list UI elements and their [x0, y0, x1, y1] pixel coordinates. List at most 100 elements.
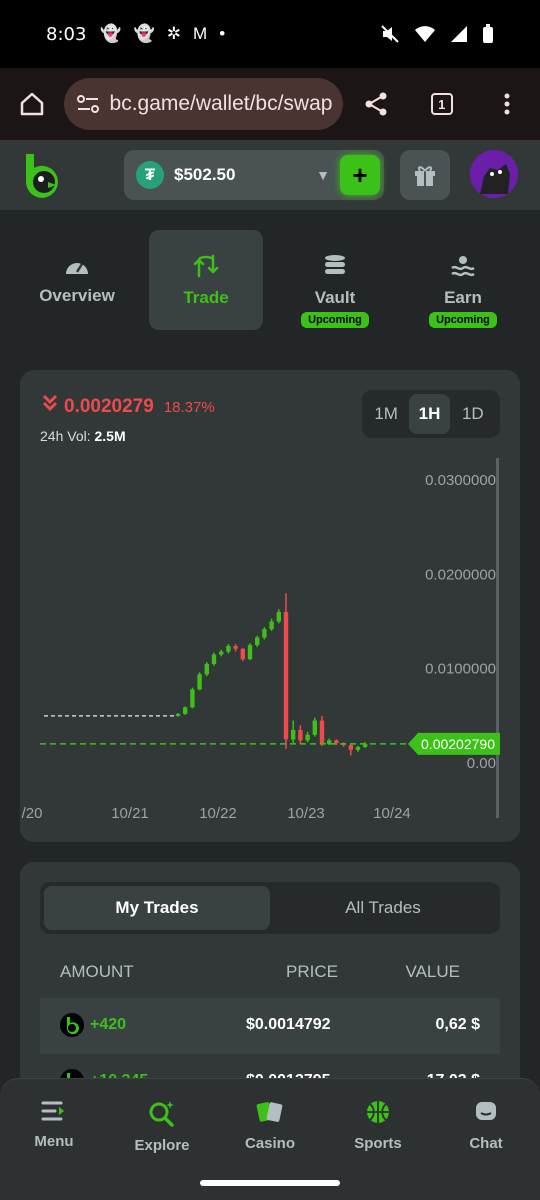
nav-label: Casino — [244, 1135, 295, 1152]
nav-label: Chat — [469, 1135, 503, 1152]
table-row[interactable]: +420 $0.0014792 0,62 $ — [40, 998, 500, 1054]
gift-icon — [415, 166, 435, 186]
wallet-nav-tabs: Overview Trade Vault Upcoming Earn Upcom… — [20, 230, 520, 330]
avatar[interactable] — [470, 150, 518, 198]
candle-body — [175, 713, 181, 716]
candle-body — [355, 746, 361, 750]
nav-chat[interactable]: Chat — [436, 1099, 536, 1152]
column-price: PRICE — [286, 962, 338, 981]
browser-toolbar: bc.game/wallet/bc/swap 1 — [0, 68, 540, 140]
candle-body — [204, 663, 209, 675]
x-tick-label: 10/22 — [199, 805, 237, 822]
candle-body — [291, 729, 296, 740]
timeframe-selector: 1M 1H 1D — [362, 390, 500, 438]
candle-body — [334, 740, 339, 744]
nav-sports[interactable]: Sports — [328, 1099, 428, 1152]
earn-waves-icon — [451, 256, 475, 277]
app-header: ₮ $502.50 ▼ + — [0, 140, 540, 210]
nav-casino[interactable]: Casino — [220, 1099, 320, 1152]
candle-body — [226, 646, 231, 652]
explore-search-icon — [149, 1101, 174, 1127]
usdt-icon: ₮ — [136, 161, 164, 189]
timeframe-1m[interactable]: 1M — [366, 394, 406, 434]
tab-label: Earn — [444, 288, 482, 307]
tab-trade[interactable]: Trade — [149, 230, 263, 330]
candle-body — [269, 621, 274, 630]
y-tick-label: 0.00 — [467, 755, 496, 772]
tab-label: Vault — [314, 288, 356, 307]
nav-menu[interactable]: Menu — [4, 1099, 104, 1150]
volume-label: 24h Vol: — [40, 428, 91, 444]
nav-label: Sports — [354, 1135, 402, 1152]
chevron-down-icon: ▼ — [316, 167, 330, 183]
trade-value: 0,62 $ — [435, 1016, 480, 1033]
trade-price: $0.0014792 — [246, 1016, 331, 1033]
basketball-icon — [367, 1101, 389, 1123]
candle-body — [312, 720, 317, 735]
candle-body — [247, 645, 253, 660]
double-chevron-down-icon — [42, 394, 58, 412]
y-tick-label: 0.0100000 — [425, 661, 496, 678]
pinwheel-icon: ✲ — [166, 24, 182, 43]
candle-body — [298, 729, 303, 741]
y-scale-bar — [496, 458, 499, 818]
status-bar: 8:03 👻 👻 ✲ M • — [0, 0, 540, 68]
timeframe-1d[interactable]: 1D — [453, 394, 493, 434]
battery-icon — [483, 24, 493, 43]
tab-count: 1 — [430, 93, 453, 115]
candle-body — [240, 648, 245, 660]
swap-arrows-icon — [193, 254, 219, 278]
price-row: 0.0020279 18.37% — [42, 394, 215, 418]
candle-body — [197, 674, 202, 690]
y-tick-label: 0.0200000 — [425, 566, 496, 583]
column-value: VALUE — [405, 962, 461, 981]
home-button[interactable] — [0, 90, 64, 118]
bc-logo[interactable] — [22, 152, 64, 198]
upcoming-badge: Upcoming — [301, 312, 369, 328]
address-bar[interactable]: bc.game/wallet/bc/swap — [63, 78, 344, 130]
candle-body — [305, 734, 310, 741]
signal-icon — [451, 26, 467, 42]
current-price-tag-label: 0.00202790 — [421, 736, 495, 752]
wallet-balance-selector[interactable]: ₮ $502.50 ▼ + — [124, 150, 384, 200]
trades-toggle: My Trades All Trades — [40, 882, 500, 934]
timeframe-1h[interactable]: 1H — [409, 394, 450, 434]
site-settings-icon — [76, 95, 99, 113]
share-button[interactable] — [343, 91, 409, 117]
candle-body — [283, 612, 289, 740]
speedometer-icon — [66, 263, 88, 274]
candlestick-chart[interactable]: 0.0300000 0.0200000 0.0100000 0.00 0.0020279… — [20, 458, 520, 842]
overflow-menu-button[interactable] — [474, 92, 540, 116]
home-icon — [20, 92, 43, 116]
tab-all-trades[interactable]: All Trades — [270, 886, 496, 930]
y-tick-label: 0.0300000 — [425, 472, 496, 489]
candle-body — [262, 629, 267, 638]
x-tick-label: 10/21 — [111, 805, 149, 822]
snapchat-icon: 👻 — [100, 24, 122, 43]
tab-overview[interactable]: Overview — [20, 230, 134, 330]
menu-icon — [41, 1101, 64, 1121]
cards-icon — [256, 1102, 283, 1122]
tab-switcher-button[interactable]: 1 — [409, 93, 475, 115]
trade-amount: +420 — [90, 1016, 127, 1033]
candle-body — [190, 689, 195, 708]
nav-explore[interactable]: Explore — [112, 1099, 212, 1154]
tab-my-trades[interactable]: My Trades — [44, 886, 270, 930]
deposit-button[interactable]: + — [340, 155, 380, 195]
tab-vault[interactable]: Vault Upcoming — [278, 230, 392, 330]
candle-body — [211, 654, 217, 664]
bc-coin-icon — [60, 1013, 84, 1037]
x-tick-label: 10/23 — [287, 805, 325, 822]
candle-body — [233, 646, 238, 649]
volume-value: 2.5M — [94, 428, 126, 444]
column-amount: AMOUNT — [60, 962, 134, 981]
candle-body — [276, 612, 281, 622]
candle-body — [348, 745, 353, 750]
x-tick-label: 10/24 — [373, 805, 411, 822]
tab-earn[interactable]: Earn Upcoming — [406, 230, 520, 330]
upcoming-badge: Upcoming — [429, 312, 497, 328]
gift-button[interactable] — [400, 150, 450, 200]
gesture-home-bar[interactable] — [200, 1180, 340, 1186]
coins-stack-icon — [325, 255, 345, 274]
more-vert-icon — [504, 93, 510, 115]
